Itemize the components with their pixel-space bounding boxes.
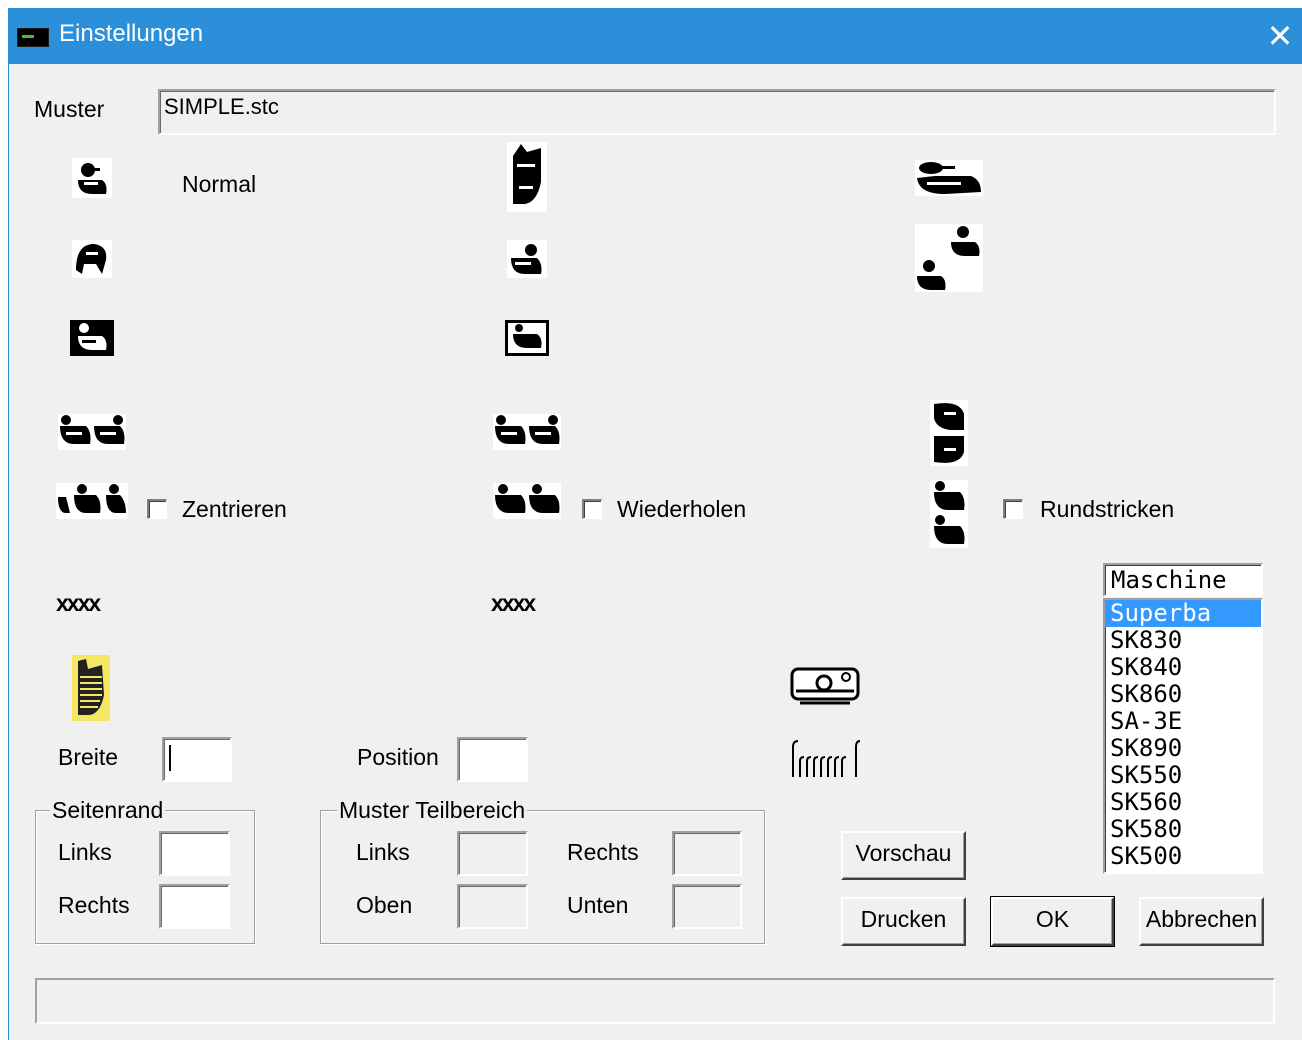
duck-row-center-icon[interactable] — [56, 483, 128, 519]
close-icon[interactable]: ✕ — [1257, 8, 1302, 64]
zentrieren-label: Zentrieren — [182, 496, 287, 522]
duck-negative-icon[interactable] — [70, 320, 114, 356]
window-title: Einstellungen — [59, 20, 204, 47]
duck-double-icon[interactable] — [493, 414, 561, 450]
muster-label: Muster — [34, 96, 105, 122]
duck-row-repeat-icon[interactable] — [493, 483, 561, 519]
maschine-header[interactable]: Maschine — [1103, 563, 1263, 597]
duck-double-wide-icon[interactable] — [58, 414, 126, 450]
title-bar: Einstellungen ✕ — [9, 8, 1302, 64]
duck-rotated-icon[interactable] — [72, 240, 112, 278]
maschine-option[interactable]: SK560 — [1105, 789, 1261, 816]
text-cursor — [169, 745, 171, 771]
duck-row-circular-icon[interactable] — [930, 480, 968, 548]
teilbereich-links-label: Links — [356, 839, 410, 865]
maschine-option[interactable]: SK550 — [1105, 762, 1261, 789]
wiederholen-checkbox[interactable] — [582, 499, 602, 519]
seitenrand-links-field[interactable] — [159, 831, 230, 876]
teilbereich-links-field — [457, 831, 528, 876]
knitting-machine-icon[interactable] — [790, 665, 860, 707]
teilbereich-unten-label: Unten — [567, 892, 629, 918]
vorschau-button[interactable]: Vorschau — [841, 831, 966, 880]
rundstricken-label: Rundstricken — [1040, 496, 1175, 522]
teilbereich-oben-label: Oben — [356, 892, 413, 918]
position-label: Position — [357, 744, 439, 770]
teilbereich-unten-field — [672, 884, 742, 929]
normal-label: Normal — [182, 171, 257, 197]
seitenrand-rechts-field[interactable] — [159, 884, 230, 929]
app-icon — [17, 28, 49, 47]
duck-mirror-vertical-icon[interactable] — [507, 142, 547, 212]
duck-stretch-wide-icon[interactable] — [915, 160, 983, 196]
maschine-option[interactable]: SK890 — [1105, 735, 1261, 762]
maschine-option[interactable]: SK860 — [1105, 681, 1261, 708]
maschine-option[interactable]: SK840 — [1105, 654, 1261, 681]
duck-small-icon[interactable] — [507, 240, 547, 278]
maschine-option[interactable]: Superba — [1105, 600, 1261, 627]
stitch-pattern-icon[interactable]: xxxx — [56, 590, 101, 617]
maschine-list[interactable]: Superba SK830 SK840 SK860 SA-3E SK890 SK… — [1103, 598, 1263, 874]
teilbereich-rechts-field — [672, 831, 742, 876]
teilbereich-title: Muster Teilbereich — [337, 797, 528, 824]
breite-field[interactable] — [162, 737, 232, 782]
seitenrand-links-label: Links — [58, 839, 112, 865]
breite-label: Breite — [58, 744, 119, 770]
wiederholen-label: Wiederholen — [617, 496, 747, 522]
duck-double-vertical-icon[interactable] — [930, 400, 968, 466]
rundstricken-checkbox[interactable] — [1003, 499, 1023, 519]
zentrieren-checkbox[interactable] — [147, 499, 167, 519]
position-field[interactable] — [457, 737, 528, 782]
abbrechen-button[interactable]: Abbrechen — [1139, 897, 1264, 946]
stitch-pattern-2-icon[interactable]: xxxx — [491, 590, 536, 617]
maschine-option[interactable]: SA-3E — [1105, 708, 1261, 735]
settings-dialog: Einstellungen ✕ Muster SIMPLE.stc Normal — [8, 8, 1302, 1040]
maschine-option[interactable]: SK500 — [1105, 843, 1261, 870]
teilbereich-oben-field — [457, 884, 528, 929]
seitenrand-rechts-label: Rechts — [58, 892, 130, 918]
maschine-option[interactable]: SK580 — [1105, 816, 1261, 843]
drucken-button[interactable]: Drucken — [841, 897, 966, 946]
status-bar — [35, 978, 1275, 1024]
muster-field[interactable]: SIMPLE.stc — [158, 89, 1276, 135]
duck-checkered-icon[interactable] — [915, 224, 983, 292]
teilbereich-rechts-label: Rechts — [567, 839, 639, 865]
maschine-option[interactable]: SK830 — [1105, 627, 1261, 654]
duck-negative-small-icon[interactable] — [505, 320, 549, 356]
ok-button[interactable]: OK — [990, 896, 1115, 947]
duck-normal-icon[interactable] — [72, 158, 112, 198]
seitenrand-title: Seitenrand — [50, 797, 166, 824]
needle-bed-icon[interactable] — [790, 739, 860, 781]
pattern-highlight-icon[interactable] — [72, 655, 110, 721]
